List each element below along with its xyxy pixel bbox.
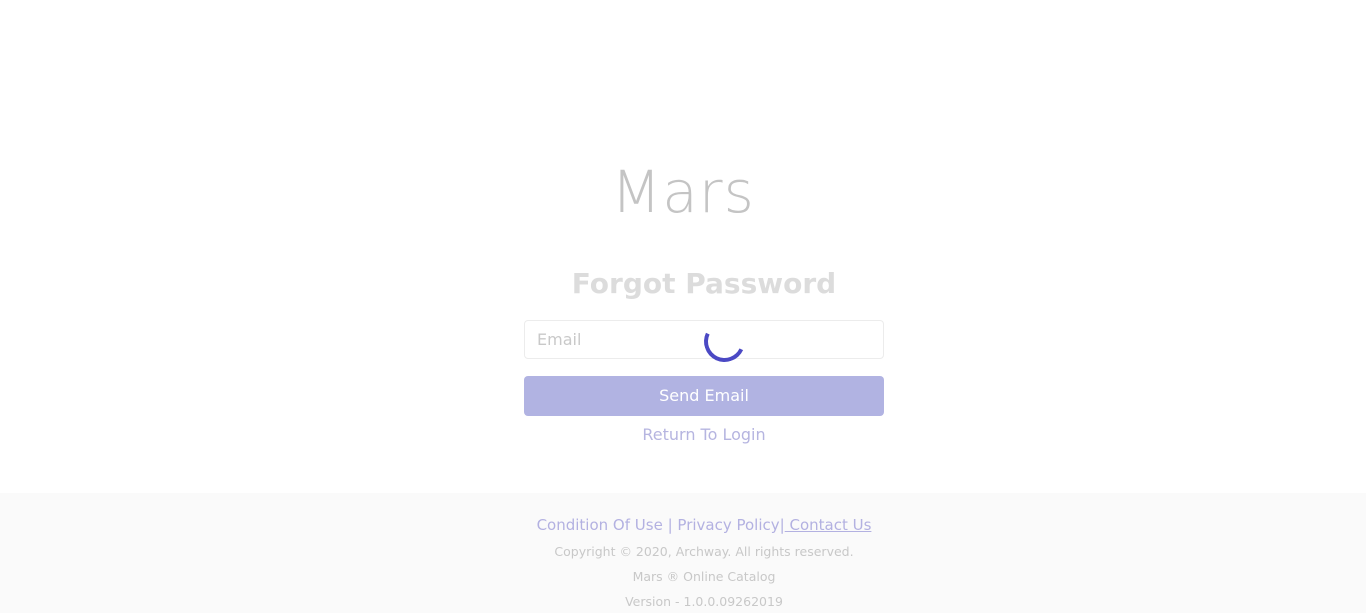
condition-of-use-link[interactable]: Condition Of Use [537,516,663,534]
return-to-login-link[interactable]: Return To Login [0,425,1366,444]
catalog-text: Mars ® Online Catalog [632,569,776,584]
privacy-policy-link[interactable]: Privacy Policy [677,516,779,534]
footer: Condition Of Use | Privacy Policy| Conta… [0,493,1366,613]
version-text: Version - 1.0.0.09262019 [625,594,783,609]
contact-us-link[interactable]: Contact Us [785,516,871,534]
send-email-button[interactable]: Send Email [524,376,884,416]
copyright-text: Copyright © 2020, Archway. All rights re… [554,544,854,559]
page-title: Forgot Password [571,267,837,300]
app-logo: Mars [611,158,755,226]
main-content: Mars Forgot Password Send Email Return T… [0,0,1366,493]
footer-links: Condition Of Use | Privacy Policy| Conta… [0,516,1366,534]
footer-separator: | [662,516,678,534]
